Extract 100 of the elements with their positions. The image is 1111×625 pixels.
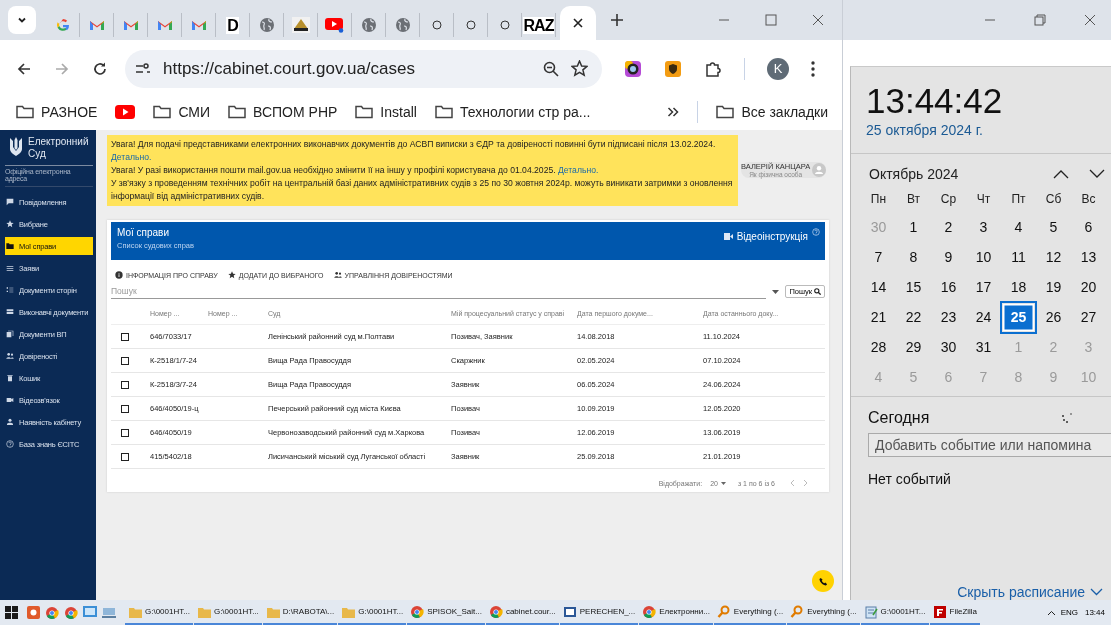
close-icon[interactable] [572, 17, 584, 29]
row-checkbox[interactable] [121, 332, 129, 341]
taskbar-button[interactable]: PERECHEN_... [559, 600, 639, 625]
bookmark-folder[interactable]: ВСПОМ PHP [228, 104, 338, 120]
calendar-day[interactable]: 26 [1038, 303, 1069, 331]
taskbar-button[interactable]: Everything (... [787, 600, 860, 625]
calendar-day[interactable]: 10 [968, 243, 999, 271]
circle-icon [431, 20, 442, 30]
taskbar-button[interactable]: FileZilla [929, 600, 981, 625]
row-checkbox[interactable] [121, 356, 129, 365]
calendar-day[interactable]: 17 [968, 273, 999, 301]
calendar-day[interactable]: 6 [1073, 213, 1104, 241]
calendar-day[interactable]: 15 [898, 273, 929, 301]
taskbar-button[interactable]: cabinet.cour... [485, 600, 559, 625]
calendar-day[interactable]: 28 [863, 333, 894, 361]
help-icon[interactable] [812, 228, 820, 236]
details-link[interactable]: Детально. [557, 165, 599, 175]
calendar-day[interactable]: 13 [1073, 243, 1104, 271]
extension-icon[interactable] [624, 59, 642, 78]
profile-avatar[interactable]: K [767, 57, 789, 80]
play-icon[interactable] [115, 105, 136, 119]
taskbar-button[interactable]: G:\0001HT... [338, 600, 407, 625]
calendar-day[interactable]: 3 [968, 213, 999, 241]
hide-schedule-link[interactable]: Скрыть расписание [957, 584, 1103, 600]
magnifier-icon [716, 604, 731, 619]
date-link[interactable]: 25 октября 2024 г. [866, 122, 983, 138]
taskbar-button[interactable]: Електронни... [639, 600, 713, 625]
puzzle-icon[interactable] [704, 59, 722, 78]
month-title[interactable]: Октябрь 2024 [869, 166, 1033, 182]
calendar-day[interactable]: 2 [933, 213, 964, 241]
bookmark-star-icon[interactable] [571, 60, 588, 77]
calendar-day[interactable]: 31 [968, 333, 999, 361]
new-tab-icon[interactable] [610, 13, 624, 27]
search-field[interactable]: Пошук [111, 284, 767, 299]
calendar-day[interactable]: 23 [933, 303, 964, 331]
maximize-icon[interactable] [765, 14, 777, 26]
next-month-icon[interactable] [1089, 169, 1105, 179]
taskbar-button[interactable]: G:\0001HT... [860, 600, 929, 625]
reload-icon[interactable] [92, 60, 108, 77]
bookmark-folder[interactable]: Install [355, 104, 417, 120]
video-instruction-link[interactable]: Відеоінструкція [736, 231, 808, 242]
language-indicator[interactable]: ENG [1060, 608, 1078, 617]
calendar-day[interactable]: 18 [1003, 273, 1034, 301]
calendar-day[interactable]: 1 [898, 213, 929, 241]
shield-icon[interactable] [664, 59, 682, 78]
taskbar-button[interactable]: G:\0001HT... [125, 600, 193, 625]
calendar-day[interactable]: 22 [898, 303, 929, 331]
row-checkbox[interactable] [121, 428, 129, 437]
taskbar-button[interactable]: Everything (... [713, 600, 787, 625]
taskbar-button[interactable]: SPISOK_Sait... [407, 600, 485, 625]
calendar-day[interactable]: 16 [933, 273, 964, 301]
browser-tab[interactable]: RAZ [522, 13, 556, 37]
calendar-day[interactable]: 9 [933, 243, 964, 271]
calendar-day[interactable]: 4 [1003, 213, 1034, 241]
dropdown-caret-icon[interactable] [772, 289, 780, 294]
menu-icon[interactable] [811, 60, 815, 77]
folder-icon [16, 105, 34, 119]
app-icon[interactable] [83, 606, 97, 619]
calendar-day[interactable]: 8 [898, 243, 929, 271]
calendar-day[interactable]: 27 [1073, 303, 1104, 331]
calendar-day[interactable]: 24 [968, 303, 999, 331]
previous-month-icon[interactable] [1053, 169, 1069, 179]
calendar-day[interactable]: 30 [933, 333, 964, 361]
zoom-icon[interactable] [543, 60, 559, 77]
browser-tab[interactable]: D [216, 13, 250, 37]
address-bar[interactable]: https://cabinet.court.gov.ua/cases [125, 49, 602, 88]
bookmark-folder[interactable]: Технологии стр ра... [434, 104, 591, 120]
app-icon[interactable] [102, 606, 116, 619]
folder-icon [153, 105, 172, 119]
back-icon[interactable] [16, 60, 32, 77]
search-icon [814, 288, 821, 295]
event-input[interactable]: Добавить событие или напомина [868, 433, 1111, 457]
calendar-day[interactable]: 25 [1003, 303, 1034, 331]
bookmark-folder[interactable]: СМИ [153, 104, 211, 120]
row-checkbox[interactable] [121, 452, 129, 461]
chevron-icon[interactable] [667, 106, 680, 118]
calendar-day[interactable]: 7 [863, 243, 894, 271]
calendar-day[interactable]: 14 [863, 273, 894, 301]
calendar-day[interactable]: 21 [863, 303, 894, 331]
taskbar-clock[interactable]: 13:44 [1084, 608, 1105, 617]
details-link[interactable]: Детально. [111, 152, 152, 162]
calendar-day[interactable]: 12 [1038, 243, 1069, 271]
bookmark-folder[interactable]: РАЗНОЕ [16, 104, 98, 120]
calendar-day[interactable]: 20 [1073, 273, 1104, 301]
calendar-day[interactable]: 19 [1038, 273, 1069, 301]
row-checkbox[interactable] [121, 380, 129, 389]
bookmark-folder[interactable]: Все закладки [716, 104, 828, 120]
taskbar-button[interactable]: G:\0001HT... [193, 600, 262, 625]
app-icon[interactable] [27, 606, 40, 619]
calendar-day[interactable]: 11 [1003, 243, 1034, 271]
globe-icon [258, 17, 275, 33]
calendar-day[interactable]: 5 [1038, 213, 1069, 241]
start-icon[interactable] [5, 606, 18, 619]
taskbar-button[interactable]: D:\RABOTA\... [262, 600, 338, 625]
site-settings-icon[interactable] [135, 61, 151, 76]
row-checkbox[interactable] [121, 404, 129, 413]
restore-icon[interactable] [1034, 14, 1046, 26]
phone-button[interactable] [812, 570, 834, 592]
calendar-day[interactable]: 29 [898, 333, 929, 361]
caret-up-icon[interactable] [1046, 609, 1056, 616]
